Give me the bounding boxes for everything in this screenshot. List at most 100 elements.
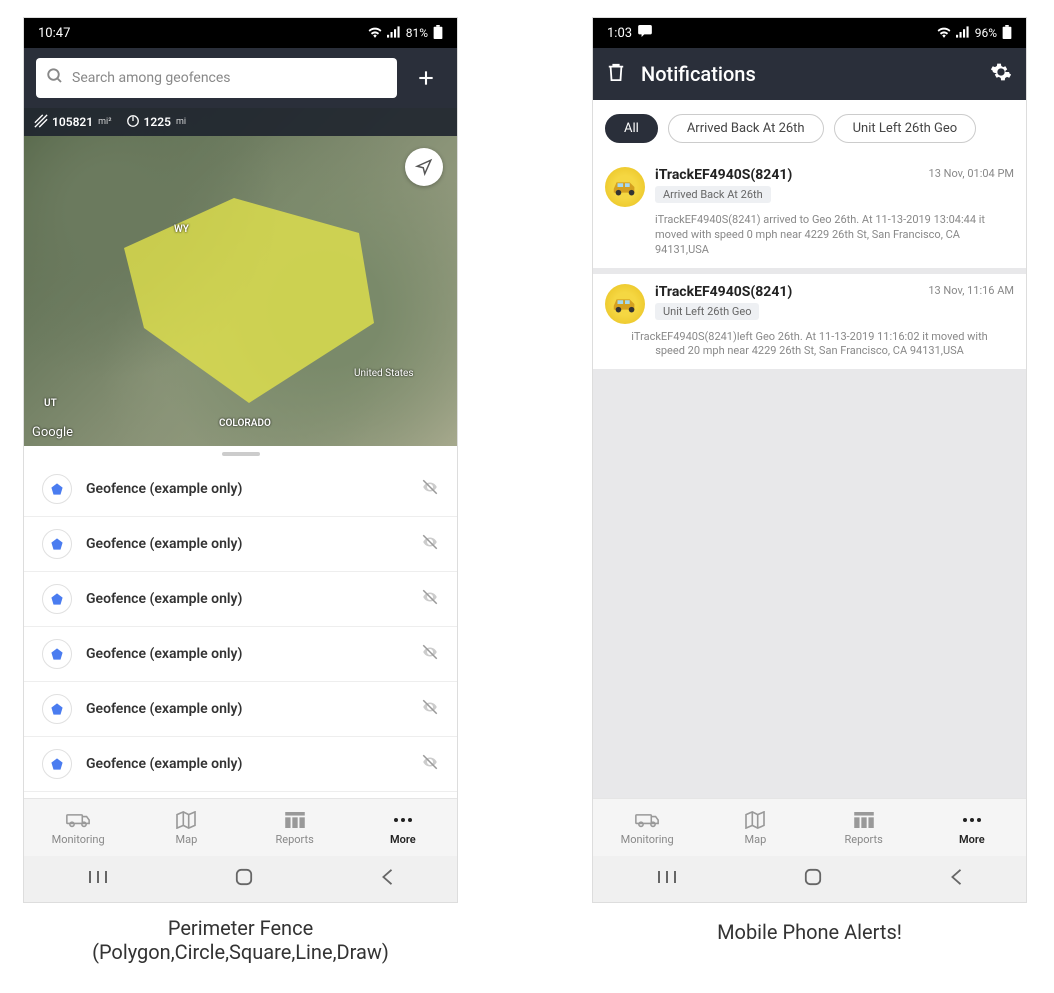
wifi-icon <box>937 26 951 41</box>
vehicle-icon <box>605 167 645 207</box>
back-button[interactable] <box>380 868 394 890</box>
geofence-label: Geofence (example only) <box>86 701 242 717</box>
notification-list[interactable]: iTrackEF4940S(8241) Arrived Back At 26th… <box>593 157 1026 798</box>
map-icon <box>176 810 196 830</box>
notification-card[interactable]: iTrackEF4940S(8241) Arrived Back At 26th… <box>593 157 1026 268</box>
notification-tag: Arrived Back At 26th <box>655 186 771 203</box>
add-geofence-button[interactable] <box>407 58 445 98</box>
signal-icon <box>956 26 970 41</box>
visibility-off-icon[interactable] <box>421 478 439 500</box>
geofence-label: Geofence (example only) <box>86 536 242 552</box>
notifications-appbar: Notifications <box>593 48 1026 100</box>
sheet-drag-handle[interactable] <box>24 446 457 462</box>
geofence-label: Geofence (example only) <box>86 481 242 497</box>
polygon-icon <box>42 749 72 779</box>
geofence-list[interactable]: Geofence (example only) Geofence (exampl… <box>24 462 457 798</box>
nav-reports[interactable]: Reports <box>241 799 349 856</box>
map-stats-bar: 105821 mi² 1225 mi <box>24 108 457 136</box>
geofence-row[interactable]: Geofence (example only) <box>24 517 457 572</box>
visibility-off-icon[interactable] <box>421 588 439 610</box>
back-button[interactable] <box>949 868 963 890</box>
recents-button[interactable] <box>88 869 108 889</box>
geofence-row[interactable]: Geofence (example only) <box>24 572 457 627</box>
status-bar: 1:03 96% <box>593 18 1026 48</box>
android-nav-bar <box>24 856 457 902</box>
nav-monitoring[interactable]: Monitoring <box>593 799 701 856</box>
caption-right: Mobile Phone Alerts! <box>592 920 1027 944</box>
perimeter-icon <box>126 114 140 131</box>
van-icon <box>66 810 90 830</box>
visibility-off-icon[interactable] <box>421 643 439 665</box>
geofence-label: Geofence (example only) <box>86 646 242 662</box>
vehicle-icon <box>605 284 645 324</box>
map-view[interactable]: 105821 mi² 1225 mi WY United States UT C… <box>24 108 457 446</box>
geofence-row[interactable]: Geofence (example only) <box>24 737 457 792</box>
filter-chips: All Arrived Back At 26th Unit Left 26th … <box>593 100 1026 157</box>
search-input[interactable]: Search among geofences <box>36 58 397 98</box>
visibility-off-icon[interactable] <box>421 698 439 720</box>
notification-title: iTrackEF4940S(8241) <box>655 167 919 183</box>
geofence-row[interactable]: Geofence (example only) <box>24 462 457 517</box>
nav-map[interactable]: Map <box>701 799 809 856</box>
map-label-us: United States <box>354 368 414 379</box>
filter-all[interactable]: All <box>605 114 658 143</box>
nav-more[interactable]: More <box>918 799 1026 856</box>
map-label-wy: WY <box>174 224 189 235</box>
home-button[interactable] <box>804 868 822 890</box>
area-value: 105821 <box>52 115 93 129</box>
map-icon <box>745 810 765 830</box>
notification-tag: Unit Left 26th Geo <box>655 303 759 320</box>
geofence-label: Geofence (example only) <box>86 591 242 607</box>
filter-arrived[interactable]: Arrived Back At 26th <box>668 114 824 143</box>
phone-geofence: 10:47 81% Search among geofences 105821 … <box>23 17 458 903</box>
van-icon <box>635 810 659 830</box>
battery-icon <box>433 25 443 42</box>
polygon-icon <box>42 584 72 614</box>
polygon-icon <box>42 474 72 504</box>
notification-card[interactable]: iTrackEF4940S(8241) Unit Left 26th Geo 1… <box>593 274 1026 370</box>
perimeter-unit: mi <box>176 117 186 127</box>
nav-reports[interactable]: Reports <box>810 799 918 856</box>
signal-icon <box>387 26 401 41</box>
nav-more[interactable]: More <box>349 799 457 856</box>
table-icon <box>854 810 874 830</box>
settings-button[interactable] <box>990 61 1012 87</box>
area-unit: mi² <box>98 117 111 127</box>
geofence-row[interactable]: Geofence (example only) <box>24 627 457 682</box>
nav-map[interactable]: Map <box>132 799 240 856</box>
chat-icon <box>638 25 652 41</box>
geofence-label: Geofence (example only) <box>86 756 242 772</box>
map-label-ut: UT <box>44 398 57 409</box>
search-placeholder: Search among geofences <box>72 70 231 86</box>
wifi-icon <box>368 26 382 41</box>
geofence-row[interactable]: Geofence (example only) <box>24 682 457 737</box>
map-label-co: COLORADO <box>219 418 271 429</box>
recents-button[interactable] <box>657 869 677 889</box>
dots-icon <box>393 810 413 830</box>
notification-body: iTrackEF4940S(8241) arrived to Geo 26th.… <box>605 213 1014 258</box>
visibility-off-icon[interactable] <box>421 533 439 555</box>
bottom-nav: Monitoring Map Reports More <box>593 798 1026 856</box>
search-icon <box>46 67 64 89</box>
page-title: Notifications <box>641 62 974 86</box>
locate-me-button[interactable] <box>405 148 443 186</box>
phone-notifications: 1:03 96% Notifications All Arrived Back … <box>592 17 1027 903</box>
nav-monitoring[interactable]: Monitoring <box>24 799 132 856</box>
filter-left[interactable]: Unit Left 26th Geo <box>834 114 977 143</box>
geofence-polygon[interactable] <box>114 188 384 408</box>
area-icon <box>34 114 48 131</box>
notification-body: iTrackEF4940S(8241)left Geo 26th. At 11-… <box>605 330 1014 360</box>
notification-title: iTrackEF4940S(8241) <box>655 284 918 300</box>
dots-icon <box>962 810 982 830</box>
visibility-off-icon[interactable] <box>421 753 439 775</box>
perimeter-value: 1225 <box>144 115 171 129</box>
battery-text: 81% <box>406 26 428 40</box>
polygon-icon <box>42 639 72 669</box>
battery-text: 96% <box>975 26 997 40</box>
clock: 10:47 <box>38 26 70 41</box>
delete-button[interactable] <box>607 62 625 86</box>
google-attribution: Google <box>32 425 73 440</box>
home-button[interactable] <box>235 868 253 890</box>
status-bar: 10:47 81% <box>24 18 457 48</box>
battery-icon <box>1002 25 1012 42</box>
